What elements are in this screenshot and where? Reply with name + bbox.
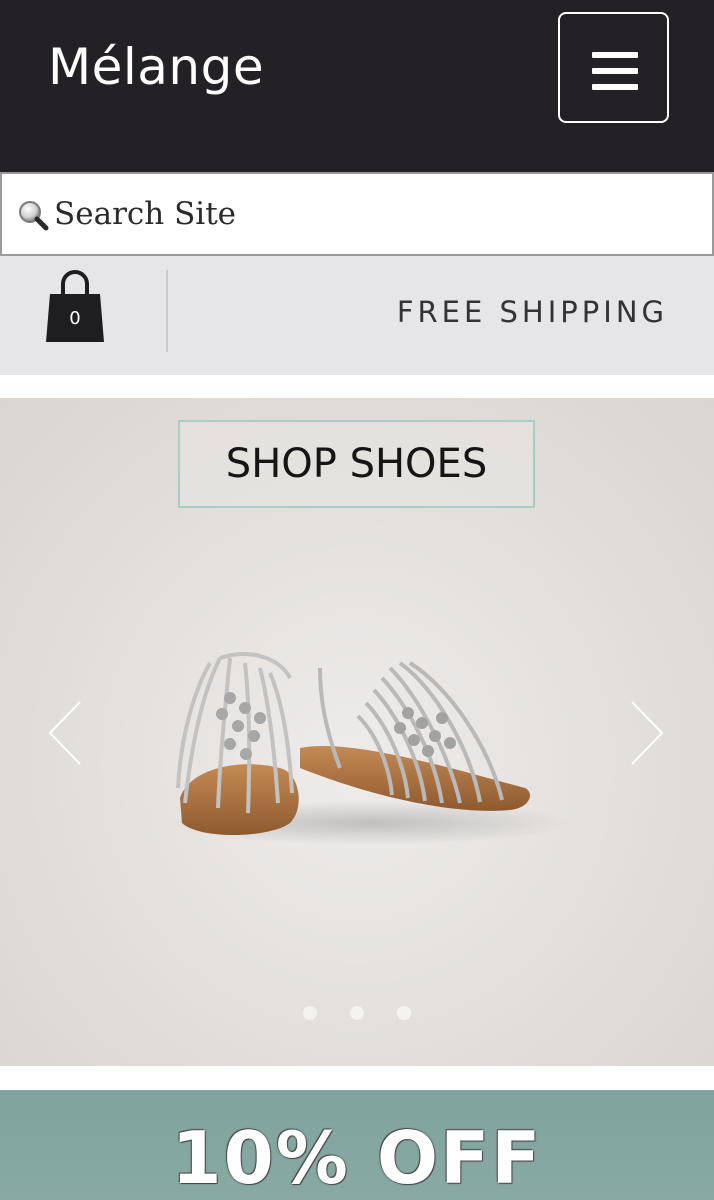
magnifier-icon [19, 201, 49, 231]
carousel-dots [0, 1004, 714, 1024]
cart-count: 0 [69, 308, 81, 329]
hamburger-menu-icon-bar [592, 84, 638, 90]
search-input[interactable] [54, 188, 694, 240]
promo-headline: 10% OFF [171, 1116, 543, 1200]
search-bar [0, 172, 714, 256]
hero-sandals-image [170, 652, 570, 845]
chevron-left-icon[interactable] [44, 698, 84, 768]
shopping-bag-icon [46, 270, 104, 342]
utility-divider [166, 270, 168, 352]
hero-carousel: SHOP SHOES [0, 398, 714, 1066]
brand-logo[interactable]: Mélange [48, 38, 264, 96]
promo-banner[interactable]: 10% OFF [0, 1090, 714, 1200]
cart-button[interactable]: 0 [44, 268, 106, 344]
carousel-dot-1[interactable] [303, 1006, 317, 1020]
menu-button[interactable] [558, 12, 669, 123]
hamburger-menu-icon [592, 52, 638, 58]
hamburger-menu-icon-bar [592, 68, 638, 74]
chevron-right-icon[interactable] [628, 698, 668, 768]
free-shipping-text: FREE SHIPPING [396, 295, 668, 329]
shop-shoes-button[interactable]: SHOP SHOES [178, 420, 535, 508]
carousel-dot-2[interactable] [350, 1006, 364, 1020]
site-header: Mélange [0, 0, 714, 172]
carousel-dot-3[interactable] [397, 1006, 411, 1020]
